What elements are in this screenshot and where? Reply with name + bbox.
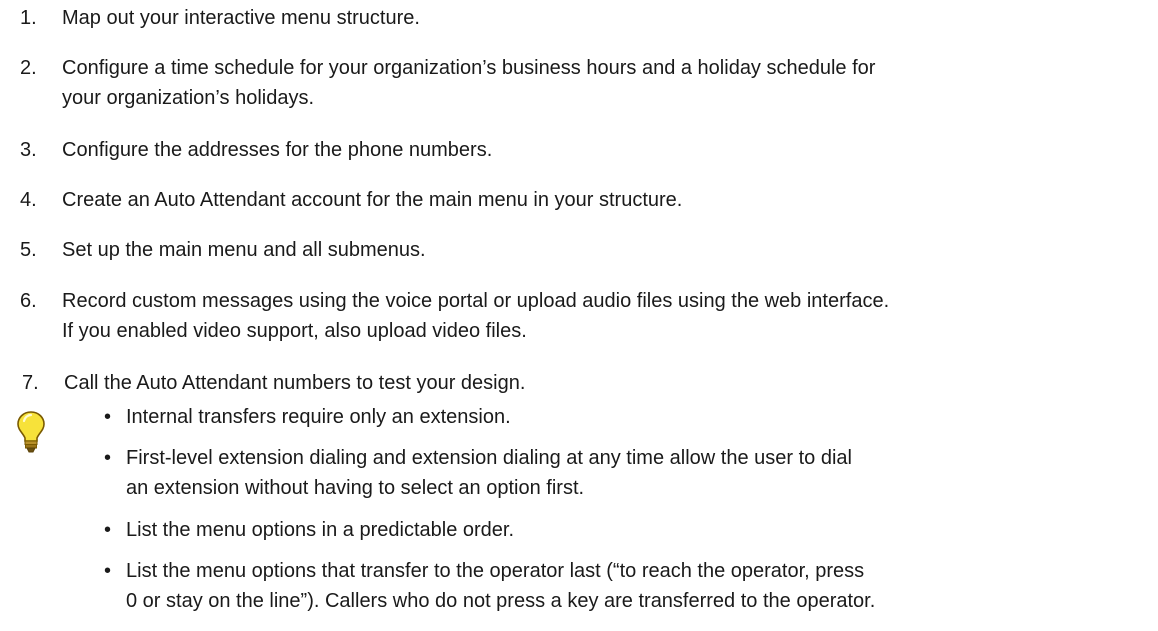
step-number: 4. (20, 189, 37, 211)
step-text: Call the Auto Attendant numbers to test … (64, 368, 1158, 398)
step-text: Configure a time schedule for your organ… (62, 53, 1156, 113)
step-line: Map out your interactive menu structure. (62, 7, 420, 29)
bullet-glyph: • (104, 519, 112, 541)
bullet-glyph: • (104, 560, 112, 582)
step-text: Set up the main menu and all submenus. (62, 235, 1156, 265)
document-page: 1. Map out your interactive menu structu… (0, 0, 1158, 631)
tip-line: List the menu options in a predictable o… (126, 519, 515, 541)
step-number: 3. (20, 139, 37, 161)
step-line: If you enabled video support, also uploa… (62, 320, 527, 342)
tip-text: Internal transfers require only an exten… (126, 402, 1156, 432)
tip-line: Internal transfers require only an exten… (126, 406, 511, 428)
tip-text: List the menu options in a predictable o… (126, 515, 1156, 545)
step-line: Call the Auto Attendant numbers to test … (64, 372, 526, 394)
step-line: Create an Auto Attendant account for the… (62, 189, 683, 211)
step-number: 5. (20, 239, 37, 261)
tip-line: an extension without having to select an… (126, 477, 585, 499)
tip-line: 0 or stay on the line”). Callers who do … (126, 590, 876, 612)
step-line: Configure a time schedule for your organ… (62, 57, 876, 79)
step-line: Configure the addresses for the phone nu… (62, 139, 493, 161)
step-line: Set up the main menu and all submenus. (62, 239, 426, 261)
step-number: 6. (20, 290, 37, 312)
step-text: Create an Auto Attendant account for the… (62, 185, 1156, 215)
step-number: 7. (22, 372, 39, 394)
tip-text: First-level extension dialing and extens… (126, 443, 1156, 503)
tip-line: List the menu options that transfer to t… (126, 560, 865, 582)
lightbulb-icon (17, 411, 45, 453)
tip-line: First-level extension dialing and extens… (126, 447, 852, 469)
step-text: Configure the addresses for the phone nu… (62, 135, 1156, 165)
step-line: your organization’s holidays. (62, 87, 315, 109)
step-number: 2. (20, 57, 37, 79)
bullet-glyph: • (104, 447, 112, 469)
step-text: Map out your interactive menu structure. (62, 3, 1156, 33)
step-text: Record custom messages using the voice p… (62, 286, 1156, 346)
tip-text: List the menu options that transfer to t… (126, 556, 1156, 616)
bullet-glyph: • (104, 406, 112, 428)
step-line: Record custom messages using the voice p… (62, 290, 890, 312)
step-number: 1. (20, 7, 37, 29)
